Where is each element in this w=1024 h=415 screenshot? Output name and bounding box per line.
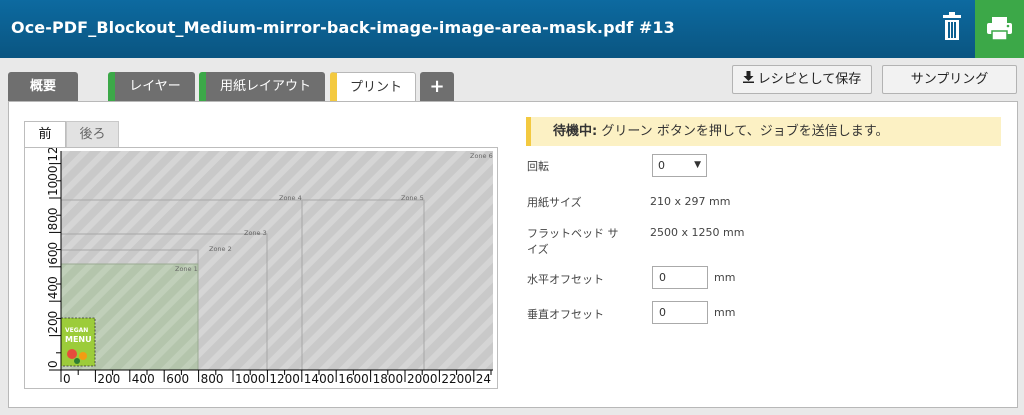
y-ruler-label: 0 [46,360,60,368]
y-ruler-label: 1200 [46,148,60,162]
document-title: Oce-PDF_Blockout_Medium-mirror-back-imag… [11,18,675,37]
add-tab-button[interactable]: + [420,72,454,101]
vertical-offset-unit: mm [714,306,736,319]
svg-text:VEGAN: VEGAN [65,327,88,334]
tab-print[interactable]: プリント [330,72,416,102]
horizontal-offset-label: 水平オフセット [527,273,604,286]
x-ruler-label: 2200 [441,372,472,386]
subtab-front[interactable]: 前 [24,121,66,148]
x-ruler-label: 400 [132,372,155,386]
subtab-back[interactable]: 後ろ [66,121,119,148]
zone-label-2: Zone 2 [209,245,232,253]
horizontal-offset-unit: mm [714,271,736,284]
status-message: グリーン ボタンを押して、ジョブを送信します。 [597,124,889,139]
x-ruler-label: 1400 [304,372,335,386]
vertical-offset-input[interactable] [652,301,708,324]
zone-label-6: Zone 6 [470,152,493,160]
status-prefix: 待機中: [553,124,598,139]
paper-size-label: 用紙サイズ [527,196,582,209]
flatbed-size-label: フラットベッド サ イズ [527,227,619,256]
flatbed-size-value: 2500 x 1250 mm [650,226,745,239]
status-banner: 待機中: グリーン ボタンを押して、ジョブを送信します。 [526,117,1001,146]
x-ruler-label: 0 [63,372,71,386]
save-as-recipe-button[interactable]: レシピとして保存 [732,65,872,94]
zone-label-3: Zone 3 [244,229,267,237]
x-ruler-label: 24 [476,372,491,386]
horizontal-offset-input[interactable] [652,266,708,289]
tab-paper-layout[interactable]: 用紙レイアウト [199,72,325,101]
rotation-select[interactable]: 0 ▼ [652,154,707,177]
tab-layers[interactable]: レイヤー [108,72,195,101]
y-ruler-label: 1000 [46,165,60,196]
save-as-recipe-label: レシピとして保存 [757,72,862,87]
x-ruler-label: 2000 [407,372,438,386]
printer-icon [987,17,1012,41]
flatbed-preview: Zone 6 Zone 5 Zone 4 Zone 3 Zone 2 Zone … [24,147,498,389]
x-ruler-label: 800 [201,372,224,386]
rotation-label: 回転 [527,160,549,173]
rotation-value: 0 [658,159,665,172]
download-icon [742,66,754,93]
paper-size-value: 210 x 297 mm [650,195,731,208]
vertical-offset-label: 垂直オフセット [527,308,604,321]
trash-icon[interactable] [930,11,974,47]
svg-text:MENU: MENU [65,335,92,344]
title-bar: Oce-PDF_Blockout_Medium-mirror-back-imag… [0,0,1024,58]
zone-label-5: Zone 5 [401,194,424,202]
x-ruler-label: 600 [166,372,189,386]
x-ruler-label: 1800 [373,372,404,386]
job-thumbnail: VEGAN MENU [60,317,96,367]
x-ruler-label: 200 [97,372,120,386]
print-button[interactable] [975,0,1024,58]
x-ruler-label: 1600 [338,372,369,386]
x-ruler-label: 1000 [235,372,266,386]
sampling-button[interactable]: サンプリング [882,65,1017,94]
y-ruler-label: 800 [46,207,60,230]
tab-overview[interactable]: 概要 [8,72,78,101]
chevron-down-icon: ▼ [694,160,701,170]
x-ruler-label: 1200 [269,372,300,386]
y-ruler-label: 200 [46,311,60,334]
y-ruler-label: 400 [46,276,60,299]
y-ruler-label: 600 [46,242,60,265]
zone-label-1: Zone 1 [175,265,198,273]
zone-label-4: Zone 4 [279,194,302,202]
